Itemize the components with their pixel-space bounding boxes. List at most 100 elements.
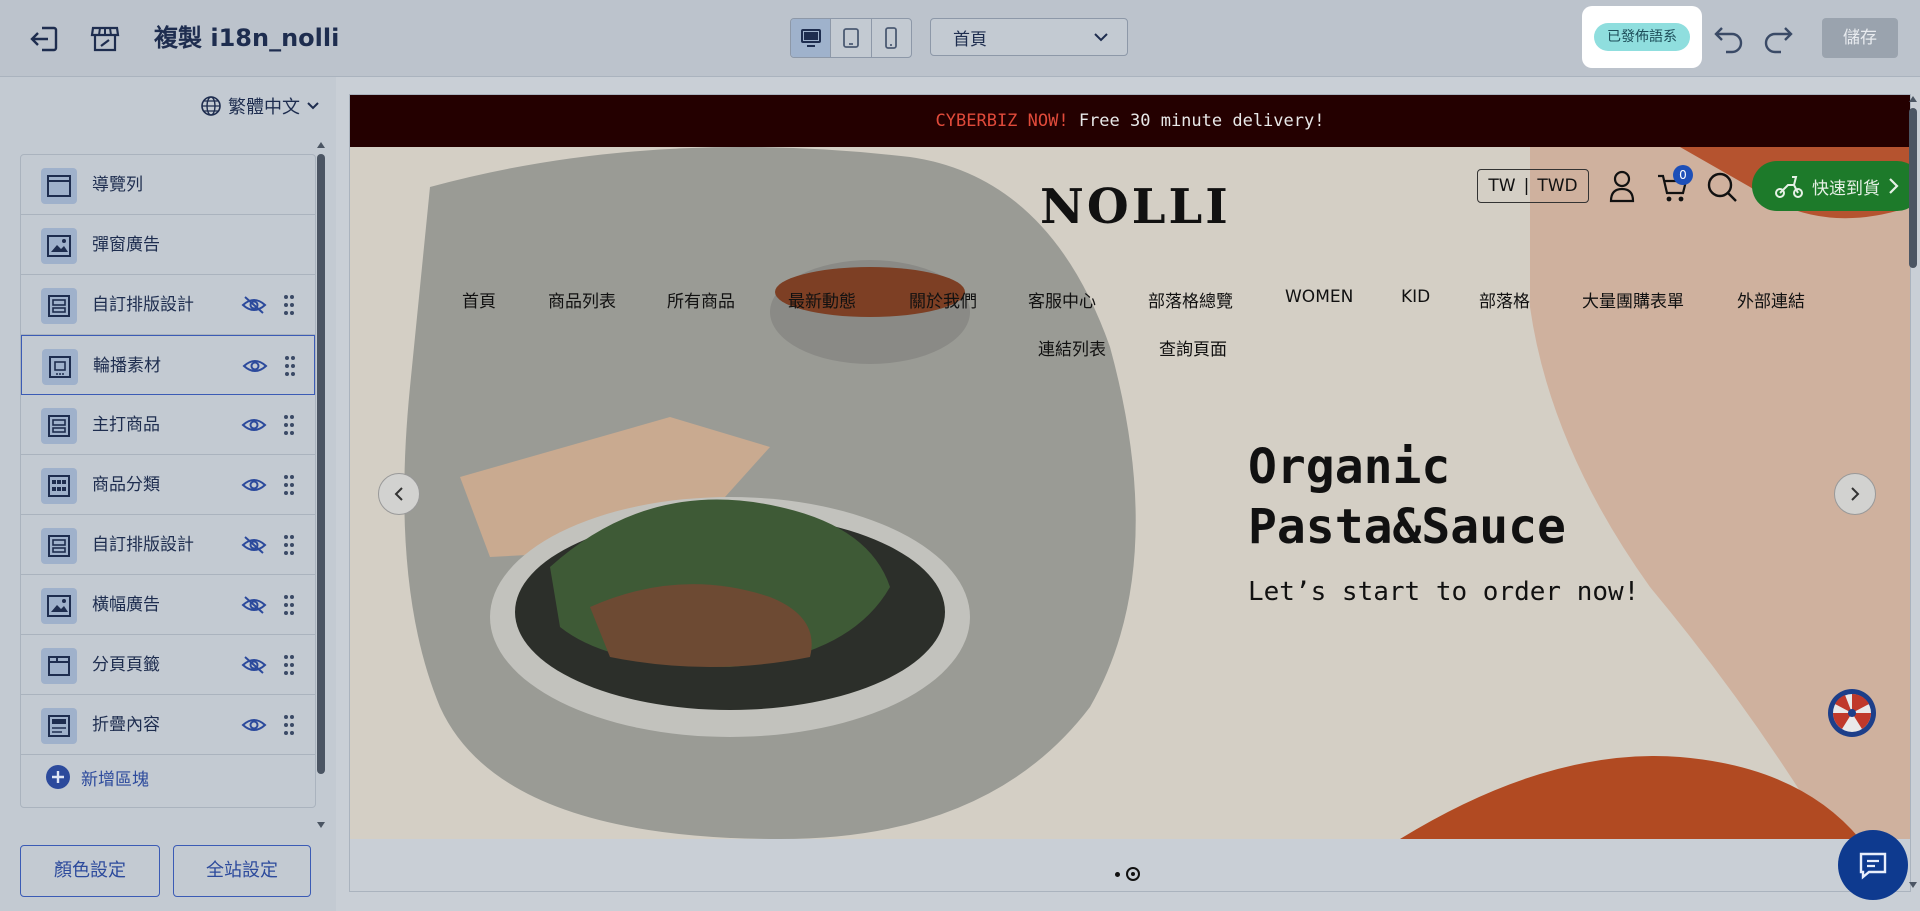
chevron-down-icon [1094,33,1108,42]
chevron-right-icon [1889,178,1899,194]
eye-off-icon[interactable] [241,595,267,615]
section-item-banner-ad[interactable]: 橫幅廣告 [21,575,315,635]
nav-item-query-page[interactable]: 查詢頁面 [1159,335,1227,360]
nav-item-link-list[interactable]: 連結列表 [1038,335,1106,360]
mobile-view-button[interactable] [872,19,911,57]
section-item-custom-layout-2[interactable]: 自訂排版設計 [21,515,315,575]
cart-count-badge: 0 [1673,165,1693,185]
hero-image [350,147,1910,839]
nav-item-home[interactable]: 首頁 [462,287,496,312]
drag-handle-icon[interactable] [282,593,296,617]
eye-icon[interactable] [241,415,267,435]
redo-icon[interactable] [1761,20,1795,54]
fast-delivery-button[interactable]: 快速到貨 [1752,161,1910,211]
section-item-carousel[interactable]: 輪播素材 [21,335,315,395]
eye-off-icon[interactable] [241,535,267,555]
sidebar-scrollbar[interactable] [314,140,328,830]
eye-off-icon[interactable] [241,655,267,675]
section-item-label: 商品分類 [92,475,160,495]
accordion-icon [41,708,77,744]
image-icon [41,588,77,624]
carousel-indicators[interactable] [1115,867,1140,881]
preview-scrollbar[interactable] [1906,94,1920,890]
drag-handle-icon[interactable] [282,413,296,437]
nav-item-blog[interactable]: 部落格 [1479,287,1530,312]
section-item-accordion[interactable]: 折疊內容 [21,695,315,755]
navbar-icon [41,168,77,204]
eye-off-icon[interactable] [241,295,267,315]
nav-item-support[interactable]: 客服中心 [1028,287,1096,312]
hero-title-line1: Organic [1248,439,1451,495]
desktop-view-button[interactable] [791,19,832,57]
store-icon[interactable] [88,22,122,56]
mobile-icon [885,27,898,49]
page-title: 複製 i18n_nolli [154,24,340,52]
store-logo[interactable]: NOLLI [1040,177,1231,237]
announcement-text: Free 30 minute delivery! [1068,111,1325,131]
tablet-icon [843,28,859,48]
eye-icon[interactable] [242,356,268,376]
grid-icon [41,468,77,504]
carousel-prev-button[interactable] [378,473,420,515]
section-item-navbar[interactable]: 導覽列 [21,155,315,215]
nav-item-blog-overview[interactable]: 部落格總覽 [1148,287,1233,312]
drag-handle-icon[interactable] [282,293,296,317]
section-item-product-category[interactable]: 商品分類 [21,455,315,515]
language-select[interactable]: 繁體中文 [200,92,320,120]
device-switcher [790,18,912,58]
section-item-featured-products[interactable]: 主打商品 [21,395,315,455]
page-select[interactable]: 首頁 [930,18,1128,56]
color-settings-button[interactable]: 顏色設定 [20,845,160,897]
section-item-tabs[interactable]: 分頁頁籤 [21,635,315,695]
top-bar: 複製 i18n_nolli 首頁 已發佈語系 儲存 [0,0,1920,77]
section-item-custom-layout[interactable]: 自訂排版設計 [21,275,315,335]
add-block-button[interactable]: 新增區塊 [21,755,315,799]
nav-item-product-list[interactable]: 商品列表 [548,287,616,312]
carousel-dot[interactable] [1115,871,1120,877]
prize-wheel-icon[interactable] [1826,687,1878,739]
site-settings-button[interactable]: 全站設定 [173,845,311,897]
carousel-next-button[interactable] [1834,473,1876,515]
hero-title-line2: Pasta&Sauce [1248,499,1566,555]
drag-handle-icon[interactable] [283,354,297,378]
tablet-view-button[interactable] [831,19,872,57]
drag-handle-icon[interactable] [282,713,296,737]
nav-item-kid[interactable]: KID [1401,287,1430,307]
nav-item-about[interactable]: 關於我們 [909,287,977,312]
chat-icon [1859,852,1887,880]
add-block-label: 新增區塊 [81,769,149,790]
layout-icon [41,528,77,564]
chat-button[interactable] [1838,830,1908,900]
eye-icon[interactable] [241,475,267,495]
chevron-left-icon [394,487,403,501]
save-button[interactable]: 儲存 [1822,18,1898,58]
nav-item-bulk-order[interactable]: 大量團購表單 [1582,287,1684,312]
user-icon[interactable] [1608,169,1636,203]
section-item-popup-ad[interactable]: 彈窗廣告 [21,215,315,275]
language-label: 繁體中文 [228,97,300,118]
nav-item-news[interactable]: 最新動態 [788,287,856,312]
section-item-label: 主打商品 [92,415,160,435]
currency-language-button[interactable]: TW | TWD [1477,169,1589,203]
hero-title: Organic Pasta&Sauce [1248,437,1566,557]
announcement-highlight: CYBERBIZ NOW! [935,111,1069,131]
eye-icon[interactable] [241,715,267,735]
drag-handle-icon[interactable] [282,653,296,677]
nav-item-women[interactable]: WOMEN [1285,287,1353,307]
search-icon[interactable] [1706,171,1738,203]
language-code: TW [1488,176,1516,196]
page-select-value: 首頁 [953,29,987,50]
separator: | [1523,176,1530,196]
desktop-icon [800,29,821,47]
carousel-dot-active[interactable] [1126,867,1140,881]
store-preview: CYBERBIZ NOW! Free 30 minute delivery! N… [349,94,1911,892]
nav-item-all-products[interactable]: 所有商品 [667,287,735,312]
drag-handle-icon[interactable] [282,533,296,557]
drag-handle-icon[interactable] [282,473,296,497]
undo-icon[interactable] [1712,20,1746,54]
exit-icon[interactable] [28,22,62,56]
published-language-badge[interactable]: 已發佈語系 [1594,23,1690,51]
nav-item-external-links[interactable]: 外部連結 [1737,287,1805,312]
hero-subtitle: Let’s start to order now! [1248,577,1640,607]
chevron-right-icon [1851,487,1860,501]
